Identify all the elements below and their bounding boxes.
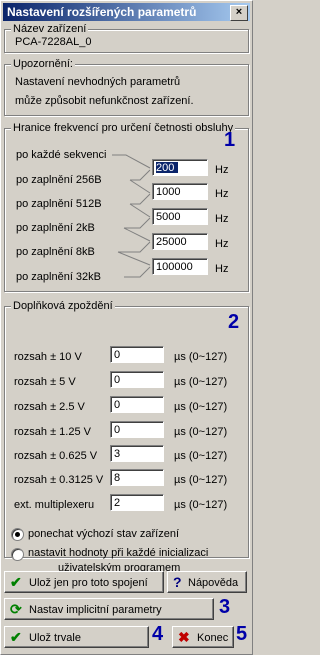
delay-unit-4: µs (0~127) bbox=[174, 450, 228, 462]
delay-label-2: rozsah ± 2.5 V bbox=[14, 401, 85, 413]
freq-unit-3: Hz bbox=[215, 238, 229, 250]
delay-label-5: rozsah ± 0.3125 V bbox=[14, 474, 104, 486]
freq-unit-4: Hz bbox=[215, 263, 229, 275]
radio-set-on-init[interactable] bbox=[11, 548, 24, 561]
marker-3: 3 bbox=[219, 596, 231, 618]
delay-input-0[interactable] bbox=[110, 346, 164, 363]
radio-keep-default-label: ponechat výchozí stav zařízení bbox=[28, 528, 180, 540]
freq-input-3[interactable] bbox=[152, 233, 208, 250]
delay-input-6[interactable] bbox=[110, 494, 164, 511]
help-label-row: Nápověda bbox=[188, 577, 239, 589]
marker-4: 4 bbox=[152, 623, 164, 645]
delay-label-4: rozsah ± 0.625 V bbox=[14, 450, 98, 462]
marker-5: 5 bbox=[236, 623, 248, 645]
radio-keep-default[interactable] bbox=[11, 528, 24, 541]
freq-unit-1: Hz bbox=[215, 188, 229, 200]
save-permanent-button[interactable]: ✔ Ulož trvale bbox=[4, 626, 149, 648]
save-permanent-label: Ulož trvale bbox=[29, 632, 81, 644]
delay-label-3: rozsah ± 1.25 V bbox=[14, 426, 91, 438]
freq-label-3: po zaplnění 2kB bbox=[16, 222, 95, 234]
delay-unit-6: µs (0~127) bbox=[174, 499, 228, 511]
freq-label-1: po zaplnění 256B bbox=[16, 174, 102, 186]
question-mark-icon: ? bbox=[173, 574, 182, 590]
delay-unit-1: µs (0~127) bbox=[174, 376, 228, 388]
freq-unit-2: Hz bbox=[215, 213, 229, 225]
freq-input-1[interactable] bbox=[152, 183, 208, 200]
red-cross-icon: ✖ bbox=[178, 629, 190, 645]
green-refresh-icon: ⟳ bbox=[10, 601, 22, 617]
freq-label-5: po zaplnění 32kB bbox=[16, 271, 102, 283]
defaults-label: Nastav implicitní parametry bbox=[29, 604, 162, 616]
freq-input-0[interactable] bbox=[152, 159, 208, 176]
delay-input-2[interactable] bbox=[110, 396, 164, 413]
delay-input-4[interactable] bbox=[110, 445, 164, 462]
green-check-icon: ✔ bbox=[10, 574, 22, 590]
delay-unit-0: µs (0~127) bbox=[174, 351, 228, 363]
delay-label-1: rozsah ± 5 V bbox=[14, 376, 76, 388]
end-label: Konec bbox=[197, 632, 229, 644]
delay-label-6: ext. multiplexeru bbox=[14, 499, 95, 511]
save-once-label-row: Ulož jen pro toto spojení bbox=[29, 577, 148, 589]
delay-label-0: rozsah ± 10 V bbox=[14, 351, 82, 363]
delay-unit-5: µs (0~127) bbox=[174, 474, 228, 486]
defaults-button[interactable]: ⟳ Nastav implicitní parametry bbox=[4, 598, 214, 620]
freq-label-2: po zaplnění 512B bbox=[16, 198, 102, 210]
green-check-icon: ✔ bbox=[10, 629, 22, 645]
delays-legend: Doplňková zpoždění bbox=[11, 299, 115, 313]
freq-input-2[interactable] bbox=[152, 208, 208, 225]
delay-input-3[interactable] bbox=[110, 421, 164, 438]
delay-unit-2: µs (0~127) bbox=[174, 401, 228, 413]
save-once-button-row[interactable]: ✔ Ulož jen pro toto spojení bbox=[4, 571, 164, 593]
delay-unit-3: µs (0~127) bbox=[174, 426, 228, 438]
freq-input-4[interactable] bbox=[152, 258, 208, 275]
help-button-row[interactable]: ? Nápověda bbox=[167, 571, 247, 593]
end-button[interactable]: ✖ Konec bbox=[172, 626, 234, 648]
delay-input-5[interactable] bbox=[110, 469, 164, 486]
freq-label-4: po zaplnění 8kB bbox=[16, 246, 95, 258]
freq-unit-0: Hz bbox=[215, 164, 229, 176]
freq-label-0: po každé sekvenci bbox=[16, 149, 107, 161]
delay-input-1[interactable] bbox=[110, 371, 164, 388]
marker-2: 2 bbox=[228, 311, 240, 333]
radio-set-on-init-label-1: nastavit hodnoty při každé inicializaci bbox=[28, 547, 209, 559]
